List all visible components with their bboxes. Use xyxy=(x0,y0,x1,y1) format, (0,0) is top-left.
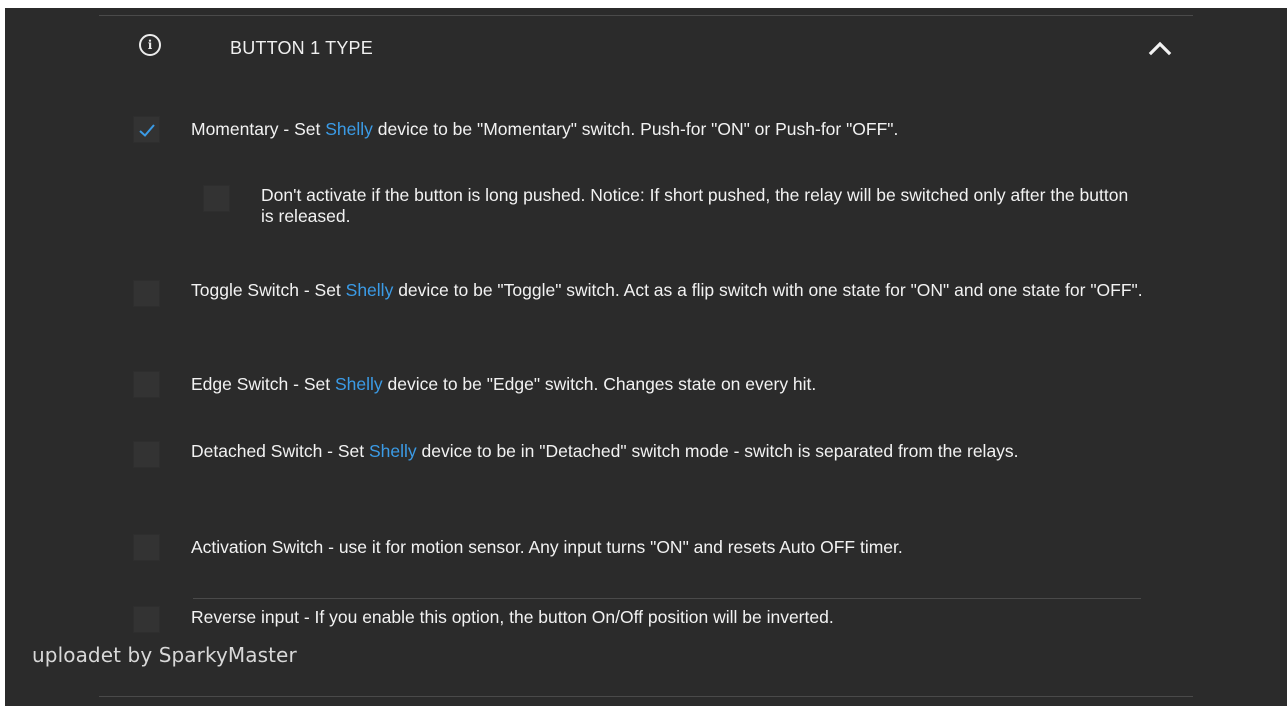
toggle-switch-label: Toggle Switch - Set Shelly device to be … xyxy=(191,280,1143,300)
edge-switch-checkbox[interactable] xyxy=(133,371,160,398)
collapse-button[interactable] xyxy=(1145,36,1175,60)
detached-switch-checkbox[interactable] xyxy=(133,441,160,468)
bottom-divider xyxy=(99,696,1193,697)
settings-panel: i BUTTON 1 TYPE Momentary - Set Shelly d… xyxy=(5,8,1287,706)
checkmark-icon xyxy=(139,124,155,137)
edge-switch-label: Edge Switch - Set Shelly device to be "E… xyxy=(191,374,817,394)
long-push-checkbox[interactable] xyxy=(203,185,230,212)
shelly-link[interactable]: Shelly xyxy=(325,119,373,139)
momentary-label: Momentary - Set Shelly device to be "Mom… xyxy=(191,119,899,139)
top-divider xyxy=(99,15,1193,16)
shelly-link[interactable]: Shelly xyxy=(335,374,383,394)
section-title: BUTTON 1 TYPE xyxy=(230,38,373,58)
reverse-input-label: Reverse input - If you enable this optio… xyxy=(191,607,834,627)
activation-switch-checkbox[interactable] xyxy=(133,534,160,561)
detached-switch-label: Detached Switch - Set Shelly device to b… xyxy=(191,441,1019,461)
reverse-input-divider xyxy=(193,598,1141,599)
info-circle-icon: i xyxy=(139,34,161,56)
activation-switch-label: Activation Switch - use it for motion se… xyxy=(191,537,903,557)
momentary-checkbox[interactable] xyxy=(133,116,160,143)
chevron-up-icon xyxy=(1148,41,1172,56)
shelly-link[interactable]: Shelly xyxy=(346,280,394,300)
watermark-text: uploadet by SparkyMaster xyxy=(32,643,297,667)
reverse-input-checkbox[interactable] xyxy=(133,606,160,633)
long-push-label: Don't activate if the button is long pus… xyxy=(261,185,1129,226)
shelly-link[interactable]: Shelly xyxy=(369,441,417,461)
toggle-switch-checkbox[interactable] xyxy=(133,280,160,307)
